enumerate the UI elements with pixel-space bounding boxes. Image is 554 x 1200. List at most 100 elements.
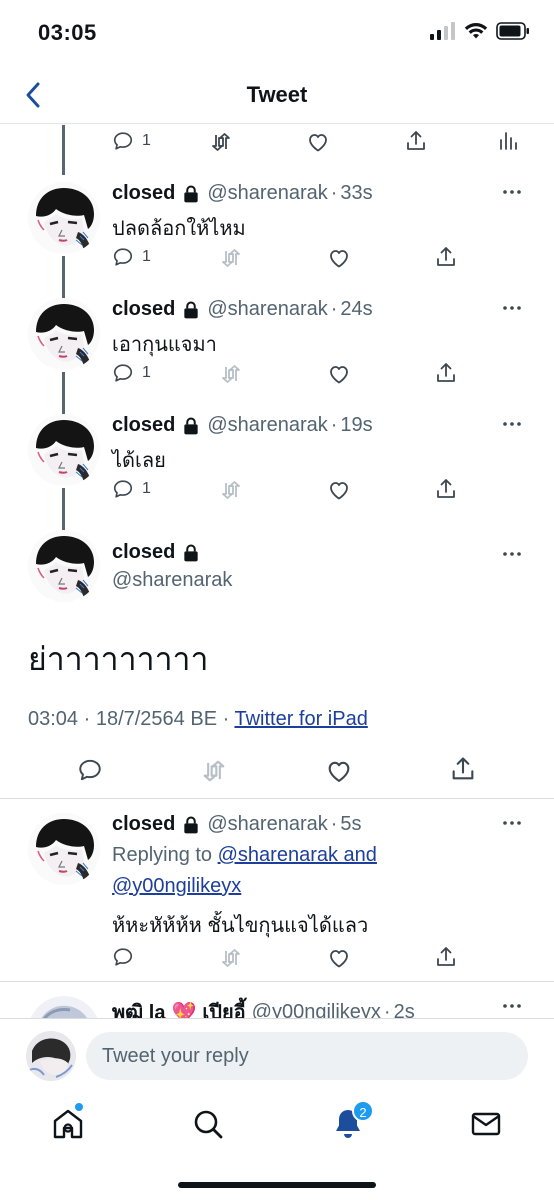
handle[interactable]: @sharenarak bbox=[112, 569, 232, 592]
share-icon bbox=[434, 361, 458, 385]
reply-action[interactable]: 1 bbox=[112, 362, 151, 384]
home-indicator bbox=[178, 1182, 376, 1188]
reply-icon bbox=[77, 757, 103, 783]
reply-icon bbox=[112, 946, 134, 968]
retweet-action bbox=[218, 946, 244, 970]
tweet-text: ห้หะหัห้ห้ห ชั้นไขกุนแจได้แลว bbox=[112, 915, 369, 937]
avatar[interactable] bbox=[28, 298, 100, 370]
like-icon bbox=[325, 757, 353, 785]
share-action[interactable] bbox=[434, 477, 458, 501]
like-icon bbox=[327, 362, 351, 386]
reply-action[interactable]: 1 bbox=[112, 246, 151, 268]
handle[interactable]: @sharenarak bbox=[207, 813, 327, 836]
tweet-time: 19s bbox=[340, 414, 373, 436]
more-icon[interactable] bbox=[500, 296, 524, 320]
mention-link[interactable]: @sharenarak and bbox=[218, 844, 377, 866]
display-name-2: เปียอี้ bbox=[202, 1002, 246, 1018]
tweet-header: closed @sharenarak · 19s bbox=[112, 414, 373, 437]
retweet-action bbox=[218, 246, 244, 270]
more-icon[interactable] bbox=[500, 412, 524, 436]
thread-tweet[interactable]: closed @sharenarak · 24s เอากุนแจมา 1 bbox=[0, 286, 554, 402]
reply-action[interactable] bbox=[112, 946, 134, 968]
share-action[interactable] bbox=[449, 755, 477, 783]
tweet-header: closed @sharenarak · 33s bbox=[112, 182, 373, 205]
like-icon bbox=[327, 478, 351, 502]
display-name[interactable]: พูฒิ la bbox=[112, 996, 166, 1018]
handle[interactable]: @sharenarak bbox=[207, 182, 327, 205]
partial-tweet[interactable]: พูฒิ la 💖 เปียอี้ @y00ngilikeyx · 2s bbox=[0, 982, 554, 1018]
share-action[interactable] bbox=[434, 245, 458, 269]
avatar[interactable] bbox=[28, 813, 100, 885]
avatar[interactable] bbox=[28, 414, 100, 486]
like-action[interactable] bbox=[327, 246, 351, 270]
new-content-dot bbox=[75, 1103, 83, 1111]
more-icon[interactable] bbox=[500, 994, 524, 1018]
source-link[interactable]: Twitter for iPad bbox=[234, 708, 367, 730]
like-action[interactable] bbox=[327, 478, 351, 502]
like-action[interactable] bbox=[325, 757, 353, 785]
avatar[interactable] bbox=[28, 530, 100, 602]
display-name[interactable]: closed bbox=[112, 182, 175, 205]
reply-bar bbox=[0, 1018, 554, 1092]
timestamp-text: 03:04 · 18/7/2564 BE · bbox=[28, 708, 235, 730]
status-icons bbox=[430, 22, 530, 40]
signal-icon bbox=[430, 22, 455, 40]
replying-to: Replying to @sharenarak and @y00ngilikey… bbox=[112, 844, 377, 897]
share-icon bbox=[434, 477, 458, 501]
share-icon bbox=[404, 129, 428, 153]
retweet-disabled-icon bbox=[218, 362, 244, 386]
battery-icon bbox=[496, 22, 529, 40]
retweet-action[interactable] bbox=[208, 130, 234, 154]
mention-link[interactable]: @y00ngilikeyx bbox=[112, 875, 241, 897]
reply-icon bbox=[112, 362, 134, 384]
avatar[interactable] bbox=[28, 182, 100, 254]
handle[interactable]: @sharenarak bbox=[207, 414, 327, 437]
reply-action[interactable]: 1 bbox=[112, 478, 151, 500]
thread-tweet[interactable]: closed @sharenarak · 33s ปลดล้อกให้ไหม 1 bbox=[0, 170, 554, 286]
display-name[interactable]: closed bbox=[112, 414, 175, 437]
reply-tweet[interactable]: closed @sharenarak · 5s Replying to @sha… bbox=[0, 799, 554, 981]
display-name[interactable]: closed bbox=[112, 813, 175, 836]
reply-count: 1 bbox=[142, 132, 151, 149]
like-icon bbox=[306, 130, 330, 154]
tweet-time: 5s bbox=[340, 813, 362, 835]
share-action[interactable] bbox=[404, 129, 428, 153]
more-icon[interactable] bbox=[500, 811, 524, 835]
tweet-header: closed @sharenarak · 24s bbox=[112, 298, 373, 321]
like-action[interactable] bbox=[327, 362, 351, 386]
tweet-time: 24s bbox=[340, 298, 373, 320]
analytics-action[interactable] bbox=[496, 129, 520, 153]
more-icon[interactable] bbox=[500, 542, 524, 566]
handle[interactable]: @sharenarak bbox=[207, 298, 327, 321]
reply-input[interactable] bbox=[86, 1032, 528, 1080]
search-icon[interactable] bbox=[190, 1106, 226, 1142]
analytics-icon bbox=[496, 129, 520, 153]
lock-icon bbox=[181, 184, 201, 204]
tweet-timestamp: 03:04 · 18/7/2564 BE · Twitter for iPad bbox=[28, 708, 368, 731]
tweet-text: เอากุนแจมา bbox=[112, 334, 217, 356]
like-icon bbox=[327, 246, 351, 270]
reply-count: 1 bbox=[142, 480, 151, 497]
share-action[interactable] bbox=[434, 945, 458, 969]
messages-envelope-icon[interactable] bbox=[468, 1106, 504, 1142]
more-icon[interactable] bbox=[500, 180, 524, 204]
like-action[interactable] bbox=[327, 946, 351, 970]
like-icon bbox=[327, 946, 351, 970]
user-avatar[interactable] bbox=[26, 1031, 76, 1081]
thread-tweet[interactable]: closed @sharenarak · 19s ได้เลย 1 bbox=[0, 402, 554, 518]
display-name[interactable]: closed bbox=[112, 541, 175, 564]
reply-count: 1 bbox=[142, 364, 151, 381]
reply-action[interactable] bbox=[77, 757, 103, 783]
retweet-disabled-icon bbox=[199, 757, 229, 785]
handle[interactable]: @y00ngilikeyx bbox=[252, 1001, 381, 1019]
reply-action[interactable]: 1 bbox=[112, 130, 151, 152]
share-action[interactable] bbox=[434, 361, 458, 385]
avatar[interactable] bbox=[28, 996, 100, 1018]
home-icon[interactable] bbox=[50, 1106, 86, 1142]
tweet-header: พูฒิ la 💖 เปียอี้ @y00ngilikeyx · 2s bbox=[112, 996, 415, 1019]
like-action[interactable] bbox=[306, 130, 330, 154]
wifi-icon bbox=[464, 23, 488, 39]
heart-emoji: 💖 bbox=[171, 1001, 197, 1019]
display-name[interactable]: closed bbox=[112, 298, 175, 321]
main-tweet-text: ย่าาาาาาาาา bbox=[28, 641, 209, 677]
